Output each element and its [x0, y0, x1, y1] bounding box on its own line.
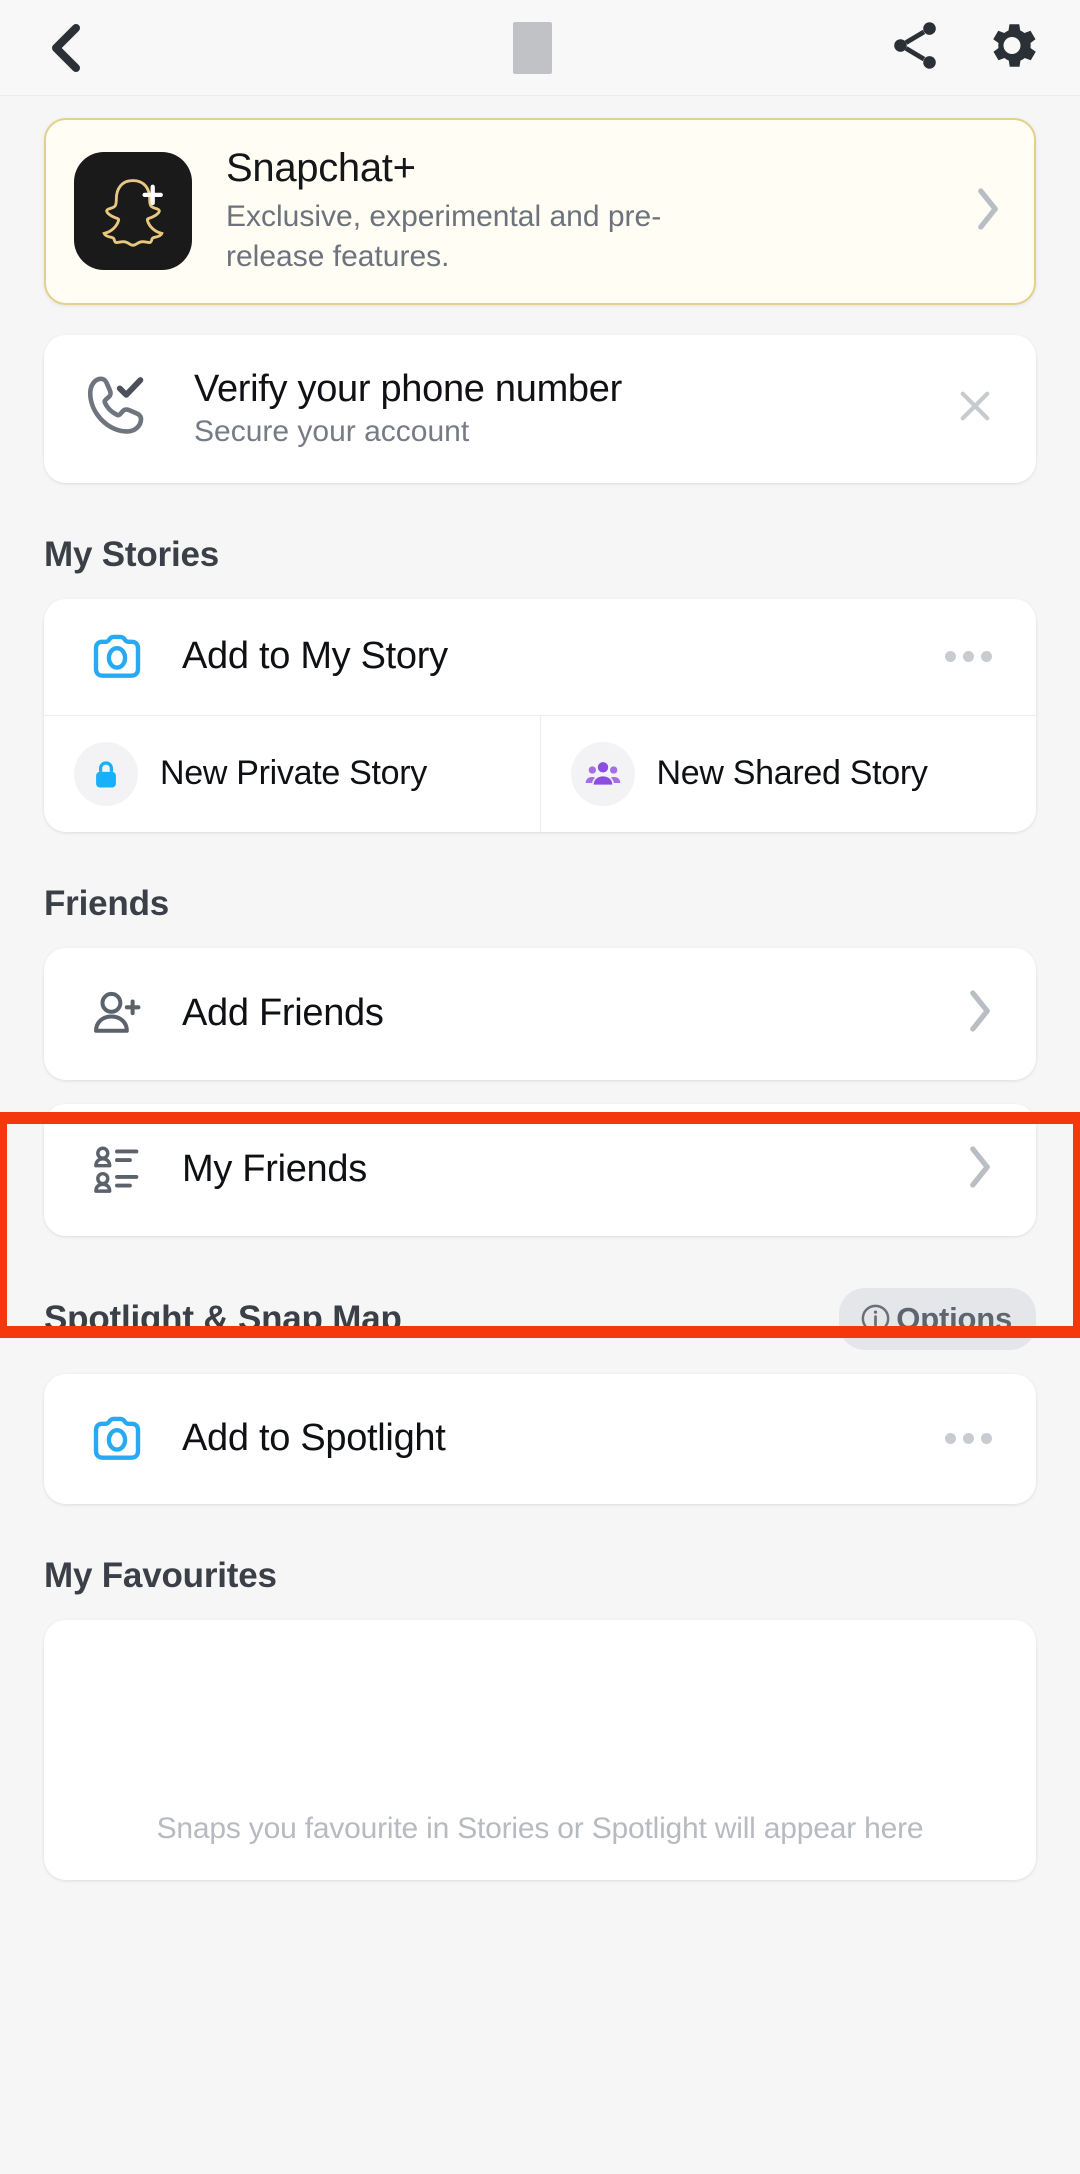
my-friends-label: My Friends — [182, 1148, 367, 1191]
snapchat-plus-chevron — [972, 185, 1004, 238]
profile-content: Snapchat+ Exclusive, experimental and pr… — [0, 96, 1080, 1880]
add-to-spotlight-icon-wrap — [80, 1409, 154, 1469]
new-shared-story-label: New Shared Story — [656, 754, 928, 793]
person-add-icon — [94, 991, 141, 1033]
verify-phone-card[interactable]: Verify your phone number Secure your acc… — [44, 334, 1036, 483]
close-icon — [960, 391, 990, 421]
add-friends-card[interactable]: Add Friends — [44, 947, 1036, 1080]
chevron-right-icon — [970, 1146, 990, 1188]
add-to-spotlight-label: Add to Spotlight — [182, 1417, 446, 1460]
stories-actions: New Private Story New Shared Story — [44, 715, 1037, 832]
verify-phone-text: Verify your phone number Secure your acc… — [194, 368, 954, 449]
new-private-story-button[interactable]: New Private Story — [44, 716, 540, 832]
top-bar-actions — [886, 15, 1042, 80]
my-friends-icon-wrap — [80, 1142, 154, 1198]
phone-check-icon — [87, 376, 144, 434]
add-to-my-story-label: Add to My Story — [182, 635, 448, 678]
snapchat-plus-card[interactable]: Snapchat+ Exclusive, experimental and pr… — [44, 118, 1036, 305]
add-to-my-story-icon-wrap — [80, 627, 154, 687]
spotlight-options-label: Options — [896, 1300, 1012, 1336]
add-to-my-story-more-button[interactable] — [945, 651, 992, 663]
new-private-story-label: New Private Story — [160, 754, 427, 793]
my-friends-chevron — [964, 1143, 996, 1196]
add-to-spotlight-card[interactable]: Add to Spotlight — [44, 1373, 1036, 1504]
camera-icon — [93, 1416, 141, 1460]
my-favourites-empty-text: Snaps you favourite in Stories or Spotli… — [156, 1811, 924, 1845]
lock-icon — [96, 761, 116, 788]
verify-phone-dismiss-button[interactable] — [954, 385, 996, 432]
share-icon — [894, 21, 936, 69]
chevron-right-icon — [970, 990, 990, 1032]
snapchat-plus-ghost-icon — [102, 179, 164, 248]
snapchat-plus-icon-tile — [74, 152, 192, 271]
private-story-icon-wrap — [74, 741, 138, 806]
snapchat-plus-subtitle: Exclusive, experimental and pre-release … — [226, 200, 662, 273]
back-button[interactable] — [46, 20, 92, 76]
new-shared-story-button[interactable]: New Shared Story — [539, 715, 1037, 832]
add-to-my-story-row[interactable]: Add to My Story — [44, 599, 1036, 715]
spotlight-heading-row: Spotlight & Snap Map Options — [44, 1287, 1036, 1350]
my-friends-row[interactable]: My Friends — [44, 1104, 1036, 1236]
gear-icon — [993, 23, 1036, 67]
add-to-spotlight-row[interactable]: Add to Spotlight — [44, 1374, 1036, 1504]
add-friends-label: Add Friends — [182, 992, 384, 1035]
my-favourites-card: Snaps you favourite in Stories or Spotli… — [44, 1619, 1036, 1880]
share-button[interactable] — [886, 16, 944, 79]
verify-phone-icon-wrap — [78, 369, 164, 449]
my-stories-card: Add to My Story New Private Story New Sh… — [44, 598, 1037, 832]
chevron-right-icon — [978, 188, 998, 230]
snapchat-plus-title: Snapchat+ — [226, 146, 416, 190]
settings-button[interactable] — [982, 15, 1042, 80]
camera-icon — [93, 634, 141, 678]
my-stories-heading: My Stories — [44, 534, 219, 574]
shared-story-icon-wrap — [570, 741, 635, 806]
friends-list-icon — [94, 1146, 139, 1193]
verify-phone-subtitle: Secure your account — [194, 415, 470, 449]
spotlight-heading: Spotlight & Snap Map — [44, 1298, 402, 1338]
my-favourites-heading: My Favourites — [44, 1555, 277, 1595]
my-friends-card[interactable]: My Friends — [44, 1103, 1036, 1236]
friends-heading: Friends — [44, 883, 170, 923]
add-friends-icon-wrap — [80, 985, 154, 1043]
info-icon — [861, 1304, 890, 1333]
spotlight-options-button[interactable]: Options — [839, 1287, 1036, 1350]
group-icon — [585, 761, 620, 785]
add-friends-row[interactable]: Add Friends — [44, 948, 1036, 1080]
snapchat-plus-text: Snapchat+ Exclusive, experimental and pr… — [226, 146, 972, 277]
page-title-redacted — [513, 22, 552, 74]
snapchat-profile-screen: Snapchat+ Exclusive, experimental and pr… — [0, 0, 1080, 2174]
verify-phone-title: Verify your phone number — [194, 368, 622, 411]
add-to-spotlight-more-button[interactable] — [945, 1433, 992, 1445]
chevron-left-icon — [52, 23, 80, 72]
add-friends-chevron — [964, 987, 996, 1040]
top-bar — [0, 0, 1080, 96]
